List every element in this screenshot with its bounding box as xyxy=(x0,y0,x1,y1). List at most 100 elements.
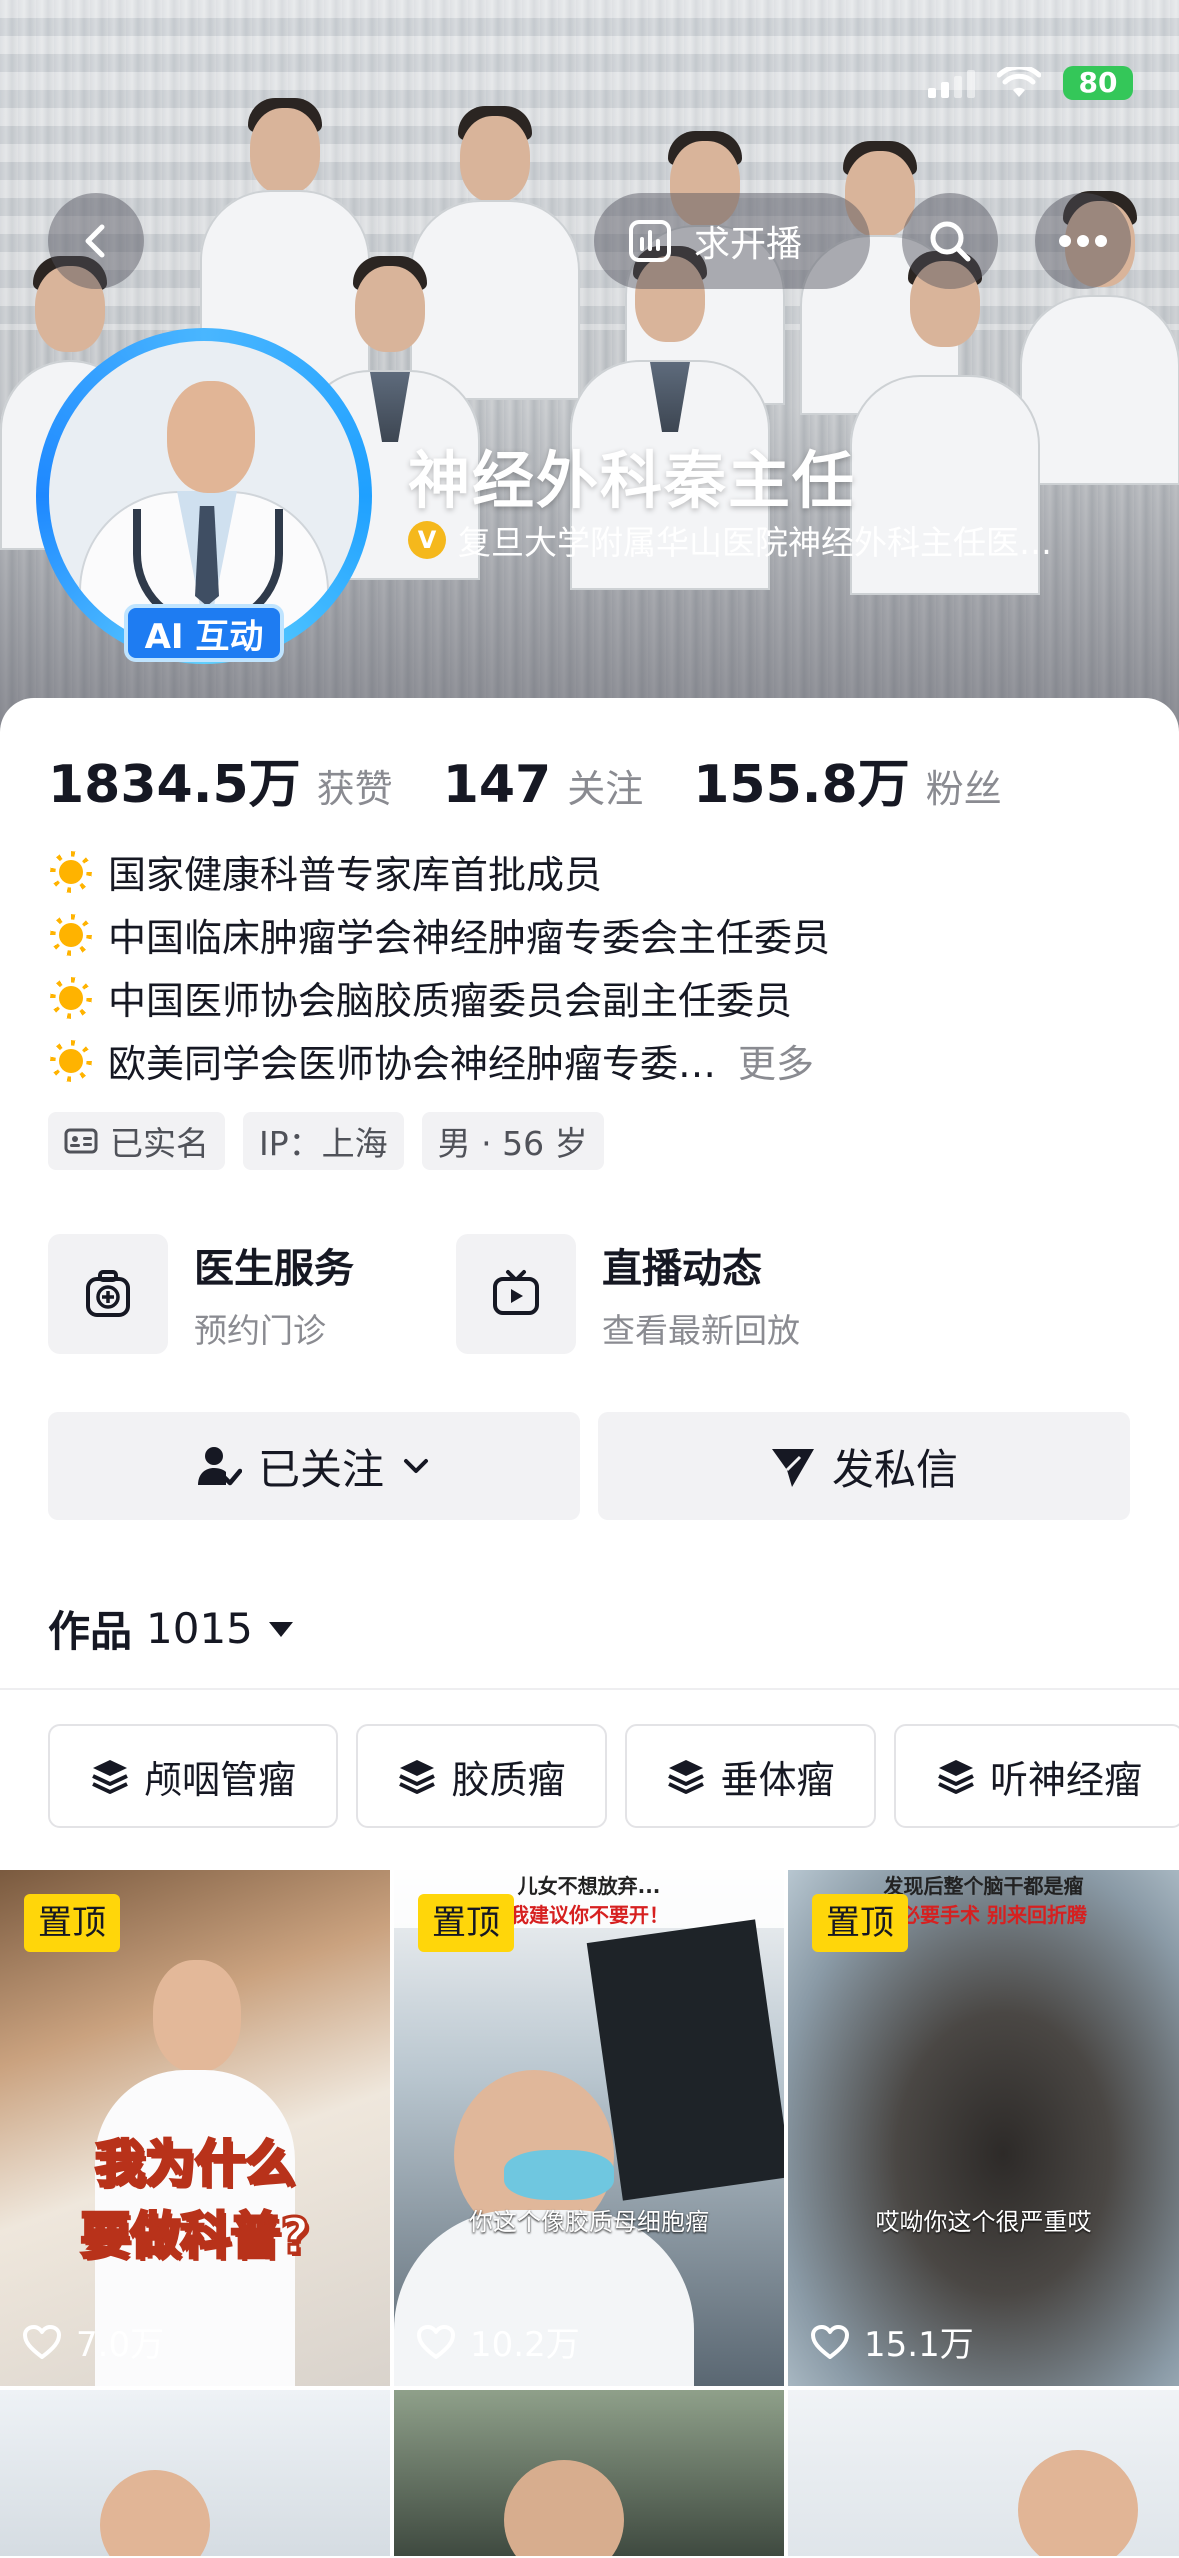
services-row: 医生服务 预约门诊 直播动态 查看最新回放 xyxy=(48,1234,864,1354)
real-name-tag: 已实名 xyxy=(48,1112,225,1170)
bio-text: 中国医师协会脑胶质瘤委员会副主任委员 xyxy=(108,979,793,1023)
video-likes-count: 15.1万 xyxy=(864,2325,974,2365)
works-label: 作品 xyxy=(48,1607,133,1656)
bio: 国家健康科普专家库首批成员 中国临床肿瘤学会神经肿瘤专委会主任委员 中国医师协会… xyxy=(48,840,830,1092)
collection-label: 垂体瘤 xyxy=(720,1757,835,1802)
heart-icon xyxy=(417,2324,455,2359)
video-caption: 我为什么 要做科普? xyxy=(0,2128,390,2272)
bio-text: 欧美同学会医师协会神经肿瘤专委… xyxy=(108,1042,717,1086)
doctor-service-entry[interactable]: 医生服务 预约门诊 xyxy=(48,1234,456,1354)
following-label[interactable]: 关注 xyxy=(567,758,643,813)
works-count: 1015 xyxy=(146,1604,253,1653)
verification-row[interactable]: V 复旦大学附属华山医院神经外科主任医… xyxy=(408,516,1052,564)
video-tile[interactable]: 发现后整个脑干都是瘤 没必要手术 别来回折腾 置顶 哎呦你这个很严重哎 15.1… xyxy=(788,1870,1179,2386)
sun-icon xyxy=(48,912,94,958)
video-caption: 哎呦你这个很严重哎 xyxy=(875,2208,1092,2236)
works-tab[interactable]: 作品 1015 xyxy=(48,1598,295,1659)
collection-label: 听神经瘤 xyxy=(989,1757,1142,1802)
gender-age-label: 男 · 56 岁 xyxy=(437,1124,588,1163)
bio-text: 中国临床肿瘤学会神经肿瘤专委会主任委员 xyxy=(108,916,831,960)
search-button[interactable] xyxy=(902,193,998,289)
collection-chip[interactable]: 垂体瘤 xyxy=(625,1724,876,1828)
profile-name: 神经外科秦主任 xyxy=(408,444,857,517)
layers-icon xyxy=(668,1760,705,1794)
heart-icon xyxy=(23,2324,61,2359)
video-tile[interactable] xyxy=(0,2390,390,2556)
send-message-button[interactable]: 发私信 xyxy=(598,1412,1130,1520)
followed-label: 已关注 xyxy=(257,1444,384,1494)
layers-icon xyxy=(399,1760,436,1794)
video-tile[interactable]: 置顶 我为什么 要做科普? 7.0万 xyxy=(0,1870,390,2386)
collection-label: 颅咽管瘤 xyxy=(143,1757,296,1802)
collection-chip[interactable]: 颅咽管瘤 xyxy=(48,1724,338,1828)
medical-kit-icon xyxy=(48,1234,168,1354)
live-updates-entry[interactable]: 直播动态 查看最新回放 xyxy=(456,1234,864,1354)
request-live-button[interactable]: 求开播 xyxy=(594,193,870,289)
bio-text: 国家健康科普专家库首批成员 xyxy=(108,853,603,897)
action-buttons: 已关注 发私信 xyxy=(48,1412,1130,1520)
collection-chip[interactable]: 听神经瘤 xyxy=(894,1724,1179,1828)
followed-button[interactable]: 已关注 xyxy=(48,1412,580,1520)
profile-tags: 已实名 IP：上海 男 · 56 岁 xyxy=(48,1112,604,1170)
request-live-label: 求开播 xyxy=(694,224,803,265)
wifi-icon xyxy=(997,67,1041,97)
send-message-label: 发私信 xyxy=(831,1444,958,1494)
sun-icon xyxy=(48,1038,94,1084)
more-options-button[interactable] xyxy=(1035,193,1131,289)
stats-row: 1834.5万 获赞 147 关注 155.8万 粉丝 xyxy=(48,742,1052,817)
header-banner: 80 求开播 AI 互动 神经外科秦主任 V 复旦大学附属华山医院神经外科主任医… xyxy=(0,0,1179,740)
bio-line: 中国临床肿瘤学会神经肿瘤专委会主任委员 xyxy=(48,903,830,966)
send-plane-icon xyxy=(771,1449,814,1487)
sun-icon xyxy=(48,975,94,1021)
ip-location-label: IP：上海 xyxy=(259,1124,388,1163)
pinned-badge: 置顶 xyxy=(418,1894,514,1952)
followers-label[interactable]: 粉丝 xyxy=(926,758,1002,813)
live-updates-title: 直播动态 xyxy=(602,1246,762,1292)
video-likes: 7.0万 xyxy=(22,2317,164,2366)
layers-icon xyxy=(938,1760,974,1794)
chevron-down-icon xyxy=(404,1459,428,1473)
video-tile[interactable]: 儿女不想放弃... 我建议你不要开！ 置顶 你这个像胶质母细胞瘤 10.2万 xyxy=(394,1870,784,2386)
verification-text: 复旦大学附属华山医院神经外科主任医… xyxy=(458,523,1052,562)
video-likes-count: 10.2万 xyxy=(470,2325,580,2365)
pinned-badge: 置顶 xyxy=(812,1894,908,1952)
video-tile[interactable] xyxy=(394,2390,784,2556)
layers-icon xyxy=(92,1760,128,1794)
likes-label: 获赞 xyxy=(316,767,393,811)
chevron-left-icon xyxy=(85,224,105,258)
following-count[interactable]: 147 xyxy=(443,755,552,815)
doctor-service-title: 医生服务 xyxy=(194,1246,354,1292)
video-caption-line: 要做科普? xyxy=(79,2206,311,2267)
bio-line: 国家健康科普专家库首批成员 xyxy=(48,840,830,903)
tv-play-icon xyxy=(456,1234,576,1354)
video-tile[interactable] xyxy=(788,2390,1179,2556)
video-likes-count: 7.0万 xyxy=(76,2325,165,2365)
battery-indicator: 80 xyxy=(1063,66,1133,100)
search-icon xyxy=(930,221,971,262)
video-caption-line: 我为什么 xyxy=(94,2134,297,2195)
followers-count[interactable]: 155.8万 xyxy=(693,742,909,817)
video-caption: 你这个像胶质母细胞瘤 xyxy=(469,2208,709,2236)
id-card-icon xyxy=(64,1128,98,1154)
status-bar: 80 xyxy=(928,66,1133,100)
doctor-service-subtitle: 预约门诊 xyxy=(194,1311,326,1350)
live-chart-icon xyxy=(629,220,671,262)
live-updates-subtitle: 查看最新回放 xyxy=(602,1311,800,1350)
video-likes: 10.2万 xyxy=(416,2317,580,2366)
pinned-badge: 置顶 xyxy=(24,1894,120,1952)
collections-row: 颅咽管瘤 胶质瘤 垂体瘤 听神经瘤 xyxy=(48,1724,1179,1828)
ai-interact-badge[interactable]: AI 互动 xyxy=(124,604,284,662)
verified-badge-icon: V xyxy=(408,521,446,559)
video-likes: 15.1万 xyxy=(810,2317,974,2366)
bio-more-link[interactable]: 更多 xyxy=(738,1033,814,1088)
bio-line: 中国医师协会脑胶质瘤委员会副主任委员 xyxy=(48,966,830,1029)
real-name-label: 已实名 xyxy=(110,1124,209,1163)
caret-down-icon xyxy=(268,1621,293,1637)
back-button[interactable] xyxy=(48,193,144,289)
more-dots-icon xyxy=(1059,235,1107,247)
collection-chip[interactable]: 胶质瘤 xyxy=(356,1724,607,1828)
ip-location-tag: IP：上海 xyxy=(243,1112,404,1170)
gender-age-tag: 男 · 56 岁 xyxy=(421,1112,604,1170)
user-check-icon xyxy=(197,1447,242,1486)
cellular-signal-icon xyxy=(928,68,975,98)
